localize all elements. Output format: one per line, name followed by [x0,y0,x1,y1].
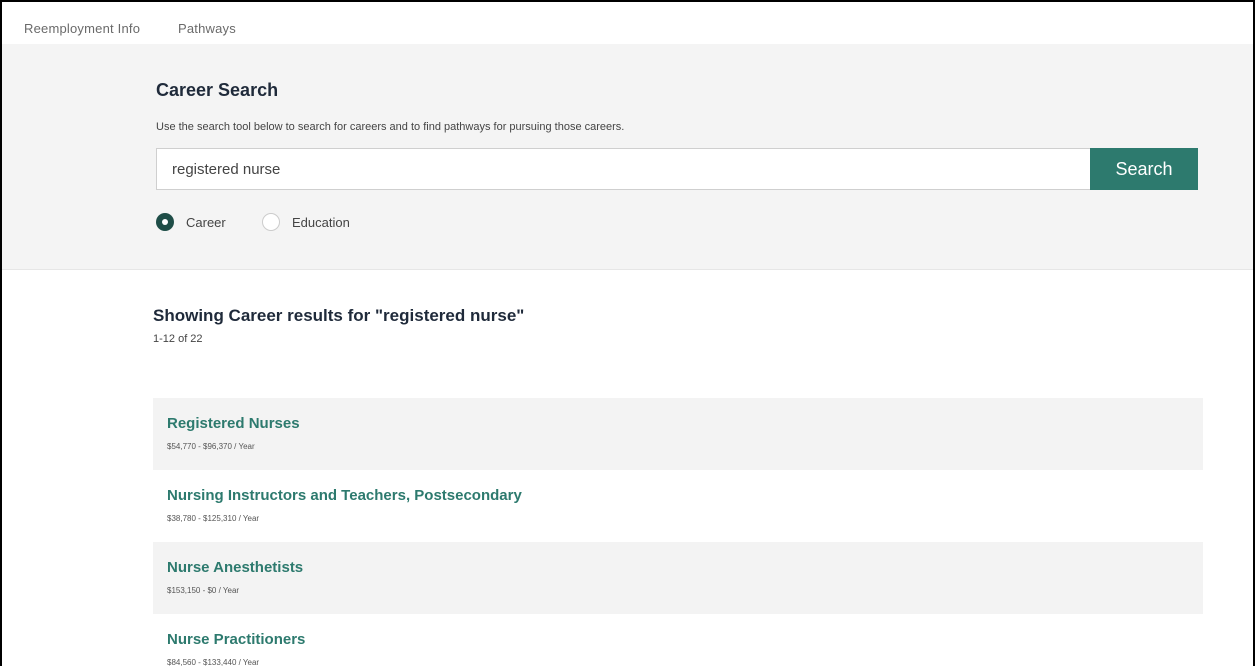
nav-link-reemployment-info[interactable]: Reemployment Info [24,21,140,36]
salary-range: $38,780 - $125,310 / Year [167,514,260,523]
top-nav: Reemployment Info Pathways [2,2,1253,44]
career-link[interactable]: Nurse Anesthetists [167,559,1203,576]
results-list: Registered Nurses $54,770 - $96,370 / Ye… [153,398,1203,666]
page-title: Career Search [156,80,279,100]
results-heading: Showing Career results for "registered n… [153,306,525,325]
radio-career-label: Career [186,214,226,230]
list-item: Nurse Practitioners $84,560 - $133,440 /… [153,614,1203,666]
list-item: Nursing Instructors and Teachers, Postse… [153,470,1203,542]
list-item: Registered Nurses $54,770 - $96,370 / Ye… [153,398,1203,470]
search-input[interactable] [156,148,1090,190]
radio-unchecked-icon[interactable] [262,213,280,231]
salary-range: $84,560 - $133,440 / Year [167,658,260,666]
salary-range: $54,770 - $96,370 / Year [167,442,255,451]
page-frame: Reemployment Info Pathways Career Search… [0,0,1255,666]
nav-link-pathways[interactable]: Pathways [178,21,236,36]
search-button[interactable]: Search [1090,148,1198,190]
list-item: Nurse Anesthetists $153,150 - $0 / Year [153,542,1203,614]
results-count: 1-12 of 22 [153,333,203,345]
radio-career[interactable]: Career [156,210,226,234]
salary-range: $153,150 - $0 / Year [167,586,240,595]
career-link[interactable]: Nursing Instructors and Teachers, Postse… [167,487,1203,504]
career-link[interactable]: Nurse Practitioners [167,631,1203,648]
radio-checked-icon[interactable] [156,213,174,231]
radio-education-label: Education [292,214,350,230]
radio-education[interactable]: Education [262,210,350,234]
career-link[interactable]: Registered Nurses [167,415,1203,432]
search-description: Use the search tool below to search for … [156,121,625,133]
career-search-panel: Career Search Use the search tool below … [2,44,1253,270]
